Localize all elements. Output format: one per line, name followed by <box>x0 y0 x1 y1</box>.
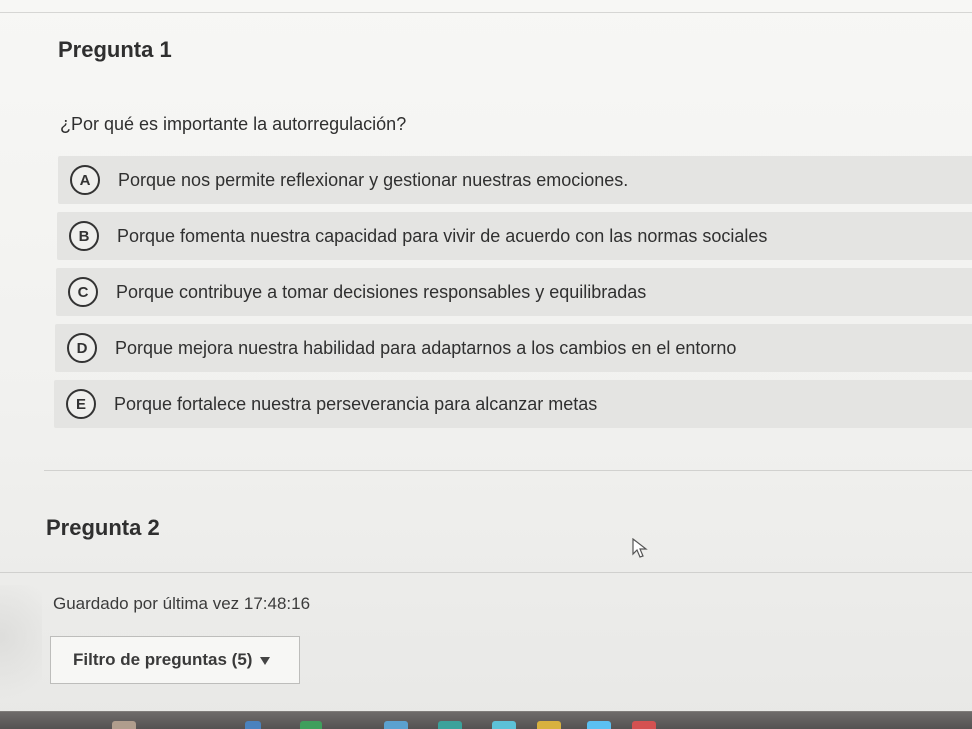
question-2-section: Pregunta 2 <box>0 471 972 572</box>
option-letter-b: B <box>69 221 99 251</box>
taskbar-app-icon[interactable] <box>537 721 561 729</box>
question-2-title: Pregunta 2 <box>46 515 160 540</box>
answer-option-e[interactable]: E Porque fortalece nuestra perseverancia… <box>54 380 972 428</box>
question-filter-button[interactable]: Filtro de preguntas (5) <box>50 636 300 684</box>
dropdown-arrow-icon <box>260 657 271 665</box>
option-letter-a: A <box>70 165 100 195</box>
answer-options: A Porque nos permite reflexionar y gesti… <box>54 156 972 436</box>
taskbar-app-icon[interactable] <box>632 721 656 729</box>
taskbar <box>0 711 972 729</box>
taskbar-app-icon[interactable] <box>300 721 322 729</box>
saved-status: Guardado por última vez 17:48:16 <box>53 594 311 613</box>
taskbar-app-icon[interactable] <box>492 721 516 729</box>
answer-option-d[interactable]: D Porque mejora nuestra habilidad para a… <box>55 324 972 372</box>
taskbar-app-icon[interactable] <box>438 721 462 729</box>
taskbar-app-icon[interactable] <box>245 721 261 729</box>
screen-glare <box>0 585 42 715</box>
footer-separator <box>0 572 972 573</box>
taskbar-app-icon[interactable] <box>384 721 408 729</box>
question-1-title: Pregunta 1 <box>58 37 172 62</box>
option-text-d: Porque mejora nuestra habilidad para ada… <box>115 337 737 358</box>
question-1-prompt: ¿Por qué es importante la autorregulació… <box>60 114 407 134</box>
question-filter-label: Filtro de preguntas (5) <box>73 650 253 669</box>
question-1-section: Pregunta 1 ¿Por qué es importante la aut… <box>0 0 972 470</box>
answer-option-a[interactable]: A Porque nos permite reflexionar y gesti… <box>58 156 972 204</box>
answer-option-b[interactable]: B Porque fomenta nuestra capacidad para … <box>57 212 972 260</box>
option-letter-e: E <box>66 389 96 419</box>
taskbar-app-icon[interactable] <box>587 721 611 729</box>
mouse-pointer-icon <box>632 538 648 558</box>
option-letter-c: C <box>68 277 98 307</box>
answer-option-c[interactable]: C Porque contribuye a tomar decisiones r… <box>56 268 972 316</box>
option-text-e: Porque fortalece nuestra perseverancia p… <box>114 393 598 414</box>
option-text-c: Porque contribuye a tomar decisiones res… <box>116 281 647 302</box>
option-letter-d: D <box>67 333 97 363</box>
option-text-a: Porque nos permite reflexionar y gestion… <box>118 169 629 190</box>
quiz-screen: Pregunta 1 ¿Por qué es importante la aut… <box>0 0 972 729</box>
taskbar-app-icon[interactable] <box>112 721 136 729</box>
option-text-b: Porque fomenta nuestra capacidad para vi… <box>117 225 768 246</box>
